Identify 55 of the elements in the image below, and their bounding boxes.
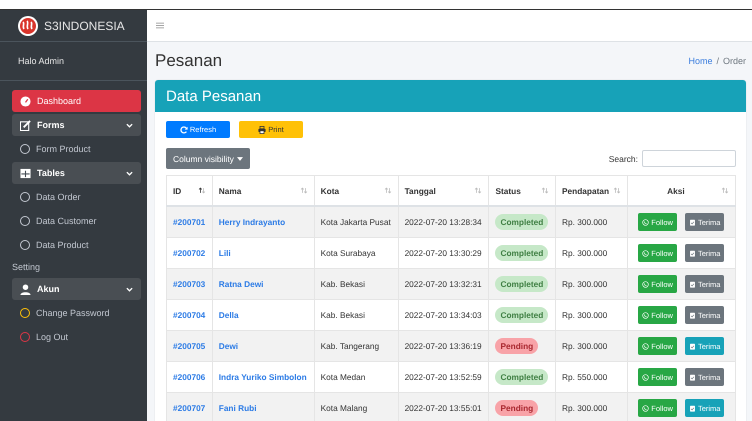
clipboard-check-icon [688, 250, 696, 256]
clipboard-check-icon [688, 374, 696, 380]
customer-name-link[interactable]: Fani Rubi [218, 403, 257, 413]
user-icon [20, 284, 31, 294]
menu-section-header: Setting [12, 261, 42, 274]
breadcrumb-current: Order [722, 56, 746, 66]
clipboard-check-icon [688, 342, 696, 350]
breadcrumb-separator: / [716, 56, 719, 66]
card-title: Data Pesanan [166, 88, 262, 104]
column-visibility-button[interactable]: Column visibility [166, 148, 250, 169]
search-label: Search: [608, 154, 638, 164]
clipboard-check-icon [688, 312, 696, 318]
table-icon [20, 168, 31, 178]
chat-icon [642, 404, 650, 412]
chat-icon [642, 312, 650, 318]
sidebar-item[interactable]: Dashboard [12, 90, 141, 112]
search-field[interactable] [642, 150, 736, 167]
status-badge: Completed [495, 307, 548, 323]
clipboard-check-icon [688, 218, 696, 226]
logo-icon [18, 16, 38, 36]
clipboard-check-icon [688, 404, 696, 412]
gauge-icon [20, 96, 31, 106]
chat-icon [642, 280, 650, 288]
status-badge: Pending [495, 400, 538, 416]
customer-name-link[interactable]: Dewi [218, 341, 238, 351]
breadcrumb-link[interactable]: Home [688, 56, 712, 66]
page-title: Pesanan [155, 51, 222, 71]
sidebar-item[interactable]: Log Out [12, 326, 141, 348]
refresh-icon [180, 126, 188, 134]
clipboard-check-icon [688, 280, 696, 288]
edit-icon [20, 120, 31, 130]
status-badge: Completed [495, 369, 548, 385]
customer-name-link[interactable]: Lili [218, 248, 231, 258]
brand-name[interactable]: S3INDONESIA [44, 18, 125, 32]
customer-name-link[interactable]: Della [218, 310, 239, 320]
sidebar-item[interactable]: Forms [12, 114, 141, 136]
status-badge: Completed [495, 276, 548, 292]
chat-icon [642, 342, 650, 350]
chat-icon [642, 374, 650, 380]
status-badge: Completed [495, 245, 548, 261]
status-badge: Completed [495, 214, 548, 230]
printer-icon [258, 126, 266, 134]
sidebar-item[interactable]: Form Product [12, 138, 141, 160]
customer-name-link[interactable]: Ratna Dewi [218, 279, 264, 289]
sidebar-item[interactable]: Data Order [12, 186, 141, 208]
menu-icon[interactable] [156, 22, 164, 29]
sidebar-item[interactable]: Data Customer [12, 210, 141, 232]
sidebar-item[interactable]: Data Product [12, 234, 141, 256]
sidebar-item[interactable]: Change Password [12, 302, 141, 324]
sidebar-item[interactable]: Tables [12, 162, 141, 184]
sidebar-item[interactable]: Akun [12, 278, 141, 300]
caret-icon [236, 156, 243, 160]
chat-icon [642, 250, 650, 256]
chat-icon [642, 218, 650, 226]
status-badge: Pending [495, 338, 538, 354]
